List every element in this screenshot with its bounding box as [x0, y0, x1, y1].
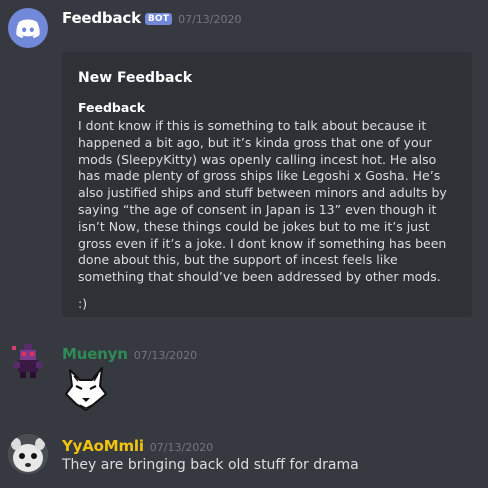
- bot-avatar[interactable]: [8, 8, 48, 48]
- timestamp: 07/13/2020: [178, 13, 242, 26]
- embed-title: New Feedback: [78, 70, 193, 86]
- username[interactable]: Feedback: [62, 9, 141, 27]
- wolf-head-icon: [65, 367, 107, 411]
- embed-field-extra: :): [78, 295, 88, 311]
- username[interactable]: YyAoMmli: [62, 437, 144, 455]
- message-content: They are bringing back old stuff for dra…: [62, 457, 359, 473]
- discord-logo-icon: [16, 19, 40, 38]
- user-avatar[interactable]: [8, 434, 48, 474]
- timestamp: 07/13/2020: [133, 349, 198, 362]
- feedback-embed: New Feedback Feedback I dont know if thi…: [62, 52, 472, 317]
- bot-badge: BOT: [144, 13, 173, 25]
- user-avatar[interactable]: [8, 340, 48, 380]
- embed-field-value: I dont know if this is something to talk…: [78, 118, 447, 285]
- timestamp: 07/13/2020: [149, 441, 214, 454]
- username[interactable]: Muenyn: [62, 345, 128, 363]
- wolf-emoji[interactable]: [62, 364, 110, 412]
- pixel-character-avatar: [12, 344, 42, 378]
- embed-field-name: Feedback: [78, 100, 146, 115]
- opossum-avatar-icon: [8, 434, 48, 474]
